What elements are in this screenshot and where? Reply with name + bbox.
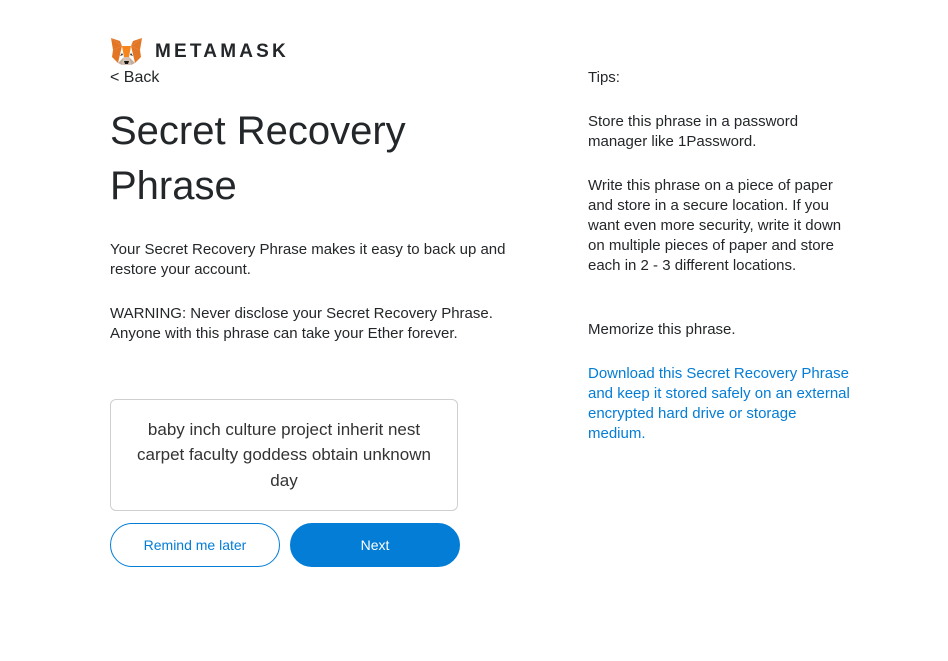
tip-item: Store this phrase in a password manager … <box>588 113 799 150</box>
secret-phrase-box: baby inch culture project inherit nest c… <box>110 399 458 511</box>
metamask-logo: METAMASK <box>110 37 289 67</box>
tip-item: Write this phrase on a piece of paper an… <box>588 177 842 274</box>
brand-name: METAMASK <box>155 41 289 62</box>
remind-me-later-button[interactable]: Remind me later <box>110 523 280 567</box>
back-link[interactable]: < Back <box>110 69 159 87</box>
page-title: Secret Recovery Phrase <box>110 109 406 208</box>
next-button[interactable]: Next <box>290 523 460 567</box>
tip-item: Memorize this phrase. <box>588 321 736 338</box>
tips-heading: Tips: <box>588 69 620 86</box>
secret-phrase-text: baby inch culture project inherit nest c… <box>137 419 431 490</box>
download-phrase-link[interactable]: Download this Secret Recovery Phrase and… <box>588 364 858 444</box>
metamask-fox-icon <box>111 38 142 65</box>
description-text: Your Secret Recovery Phrase makes it eas… <box>110 241 506 278</box>
warning-text: WARNING: Never disclose your Secret Reco… <box>110 305 493 342</box>
